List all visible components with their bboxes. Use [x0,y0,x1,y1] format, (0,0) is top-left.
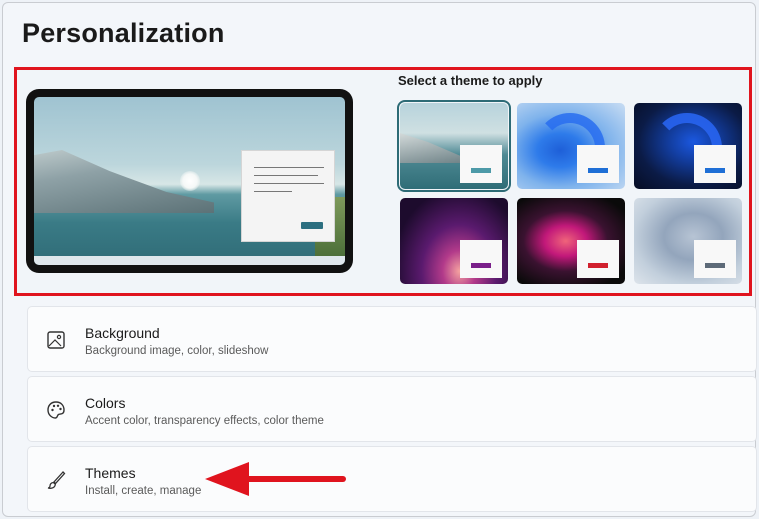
palette-icon [47,401,65,419]
preview-sun [180,171,200,191]
settings-card-subtitle: Accent color, transparency effects, colo… [85,415,324,427]
theme-tile-accent [705,263,725,268]
settings-card-background[interactable]: Background Background image, color, slid… [27,306,757,372]
preview-taskbar [34,256,345,265]
theme-tile-window [577,145,619,183]
settings-card-subtitle: Background image, color, slideshow [85,345,269,357]
theme-tile-6[interactable] [634,198,742,284]
theme-tile-1[interactable] [397,100,511,192]
theme-tile-window [460,145,502,183]
theme-select-heading: Select a theme to apply [398,73,543,88]
theme-tile-window [460,240,502,278]
settings-card-themes[interactable]: Themes Install, create, manage [27,446,757,512]
annotation-arrow-icon [205,462,346,496]
preview-window-line [254,183,324,184]
theme-tile-window [577,240,619,278]
theme-tile-accent [705,168,725,173]
preview-window [241,150,335,242]
theme-tile-accent [471,263,491,268]
settings-card-subtitle: Install, create, manage [85,485,202,497]
theme-tile-accent [588,168,608,173]
theme-tile-accent [471,168,491,173]
preview-desktop [34,97,345,265]
preview-window-line [254,175,318,176]
theme-tile-5[interactable] [517,198,625,284]
image-icon [47,331,65,349]
settings-card-colors[interactable]: Colors Accent color, transparency effect… [27,376,757,442]
preview-window-button [301,222,323,229]
theme-preview [26,89,353,273]
preview-window-line [254,191,292,192]
theme-tile-2[interactable] [517,103,625,189]
settings-card-title: Themes [85,465,136,481]
theme-tile-4[interactable] [400,198,508,284]
theme-tile-window [694,145,736,183]
settings-card-title: Background [85,325,160,341]
theme-tile-window [694,240,736,278]
theme-tile-3[interactable] [634,103,742,189]
brush-icon [47,471,66,489]
preview-window-line [254,167,324,168]
page-title: Personalization [22,18,225,48]
settings-card-title: Colors [85,395,126,411]
theme-tile-accent [588,263,608,268]
